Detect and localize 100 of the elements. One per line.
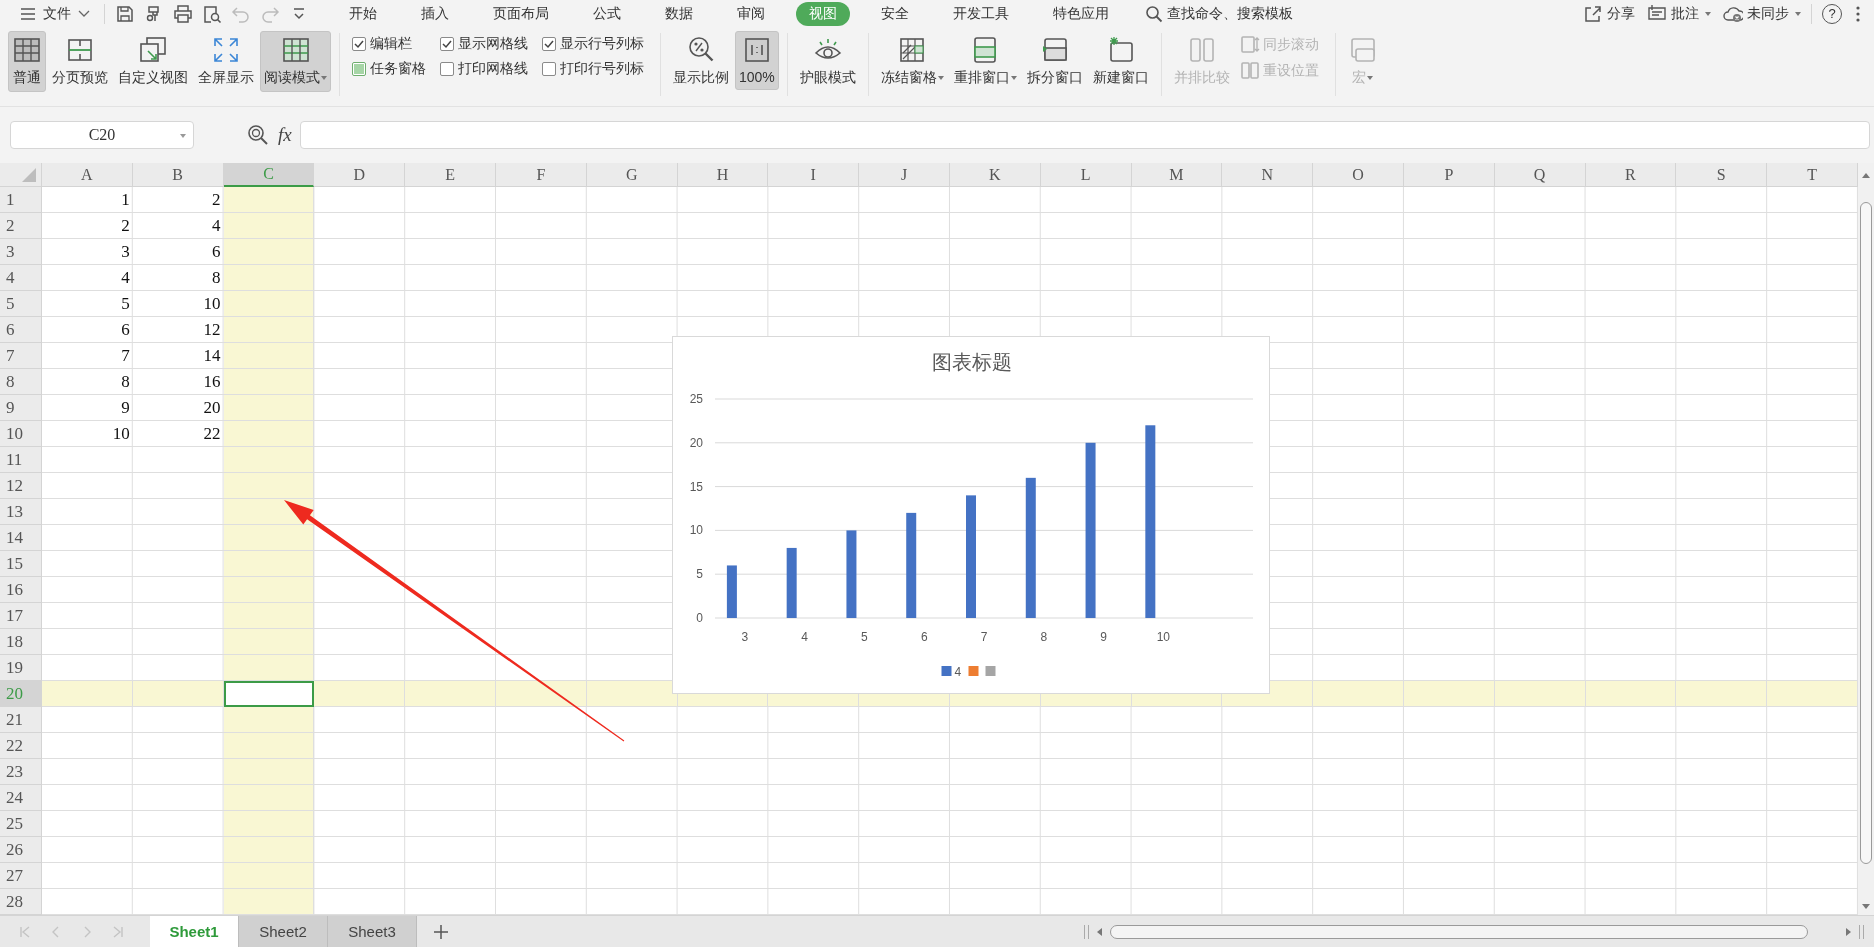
- toolbar-button[interactable]: 分享: [1583, 3, 1635, 24]
- print-preview-icon[interactable]: [202, 3, 222, 24]
- row-header[interactable]: 24: [0, 785, 42, 811]
- row-header[interactable]: 16: [0, 577, 42, 603]
- checkbox-option[interactable]: 编辑栏: [352, 35, 426, 53]
- more-icon[interactable]: [1856, 5, 1860, 22]
- ribbon-tab[interactable]: 开发工具: [940, 1, 1022, 26]
- sheet-tab[interactable]: Sheet3: [328, 916, 417, 947]
- row-header[interactable]: 13: [0, 499, 42, 525]
- ribbon-tab[interactable]: 开始: [336, 1, 390, 26]
- search-button[interactable]: 查找命令、搜索模板: [1145, 4, 1293, 23]
- ribbon-tab[interactable]: 安全: [868, 1, 922, 26]
- column-header[interactable]: G: [586, 163, 678, 187]
- caret-icon: [1795, 11, 1801, 16]
- column-header[interactable]: Q: [1494, 163, 1586, 187]
- row-header[interactable]: 26: [0, 837, 42, 863]
- zoom-icon[interactable]: [247, 124, 269, 146]
- row-header[interactable]: 12: [0, 473, 42, 499]
- eye-protection-button[interactable]: 护眼模式: [795, 31, 860, 92]
- ribbon-tab[interactable]: 公式: [580, 1, 634, 26]
- row-header[interactable]: 2: [0, 213, 42, 239]
- row-header[interactable]: 27: [0, 863, 42, 889]
- toolbar-button[interactable]: 批注: [1647, 3, 1711, 24]
- column-header[interactable]: N: [1222, 163, 1314, 187]
- column-header[interactable]: F: [496, 163, 587, 187]
- checkbox-option[interactable]: 显示行号列标: [542, 35, 644, 53]
- ribbon-tab[interactable]: 审阅: [724, 1, 778, 26]
- column-header[interactable]: E: [405, 163, 496, 187]
- column-header[interactable]: M: [1131, 163, 1223, 187]
- file-menu[interactable]: 文件: [16, 4, 94, 23]
- row-header[interactable]: 9: [0, 395, 42, 421]
- column-header[interactable]: I: [768, 163, 860, 187]
- actual-size-button[interactable]: 100%: [735, 31, 779, 90]
- row-header[interactable]: 7: [0, 343, 42, 369]
- reading-mode-button[interactable]: 阅读模式: [260, 31, 331, 92]
- split-window-button[interactable]: 拆分窗口: [1022, 31, 1087, 92]
- sheet-tab[interactable]: Sheet2: [239, 916, 328, 947]
- column-header[interactable]: O: [1313, 163, 1404, 187]
- bar: [726, 565, 737, 618]
- ribbon-tab[interactable]: 页面布局: [480, 1, 562, 26]
- row-header[interactable]: 18: [0, 629, 42, 655]
- print-icon[interactable]: [173, 3, 193, 24]
- toolbar-button[interactable]: 未同步: [1723, 3, 1801, 24]
- row-header[interactable]: 21: [0, 707, 42, 733]
- column-header[interactable]: H: [677, 163, 769, 187]
- full-screen-button[interactable]: 全屏显示: [194, 31, 258, 92]
- row-header[interactable]: 28: [0, 889, 42, 915]
- tick-label: 10: [689, 523, 703, 538]
- row-header[interactable]: 17: [0, 603, 42, 629]
- row-header[interactable]: 22: [0, 733, 42, 759]
- page-break-preview-button[interactable]: 分页预览: [48, 31, 112, 92]
- column-header[interactable]: A: [42, 163, 133, 187]
- row-header[interactable]: 23: [0, 759, 42, 785]
- row-header[interactable]: 25: [0, 811, 42, 837]
- row-header[interactable]: 19: [0, 655, 42, 681]
- checkbox-option[interactable]: 显示网格线: [440, 35, 528, 53]
- freeze-panes-button[interactable]: 冻结窗格: [876, 31, 948, 92]
- column-header[interactable]: L: [1040, 163, 1132, 187]
- arrange-windows-button[interactable]: 重排窗口: [949, 31, 1021, 92]
- column-header[interactable]: T: [1767, 163, 1858, 187]
- new-window-button[interactable]: 新建窗口: [1088, 31, 1153, 92]
- function-button[interactable]: fx: [278, 124, 292, 146]
- column-header[interactable]: D: [314, 163, 406, 187]
- column-header[interactable]: J: [859, 163, 950, 187]
- row-header[interactable]: 15: [0, 551, 42, 577]
- column-header[interactable]: R: [1585, 163, 1677, 187]
- ribbon-tab[interactable]: 插入: [408, 1, 462, 26]
- row-header[interactable]: 14: [0, 525, 42, 551]
- row-header[interactable]: 11: [0, 447, 42, 473]
- normal-view-button[interactable]: 普通: [8, 31, 46, 92]
- checkbox-option[interactable]: 打印网格线: [440, 60, 528, 78]
- add-sheet-icon[interactable]: [433, 923, 449, 940]
- column-header[interactable]: K: [949, 163, 1041, 187]
- ribbon-tab[interactable]: 特色应用: [1040, 1, 1122, 26]
- last-sheet-icon[interactable]: [111, 924, 125, 939]
- row-header[interactable]: 1: [0, 187, 42, 213]
- ribbon-tab[interactable]: 数据: [652, 1, 706, 26]
- name-box[interactable]: C20: [10, 121, 194, 149]
- column-header[interactable]: S: [1676, 163, 1768, 187]
- row-header[interactable]: 4: [0, 265, 42, 291]
- row-header[interactable]: 3: [0, 239, 42, 265]
- selected-cell[interactable]: [223, 681, 315, 707]
- caret-icon: [1705, 11, 1711, 16]
- custom-view-button[interactable]: 自定义视图: [114, 31, 192, 92]
- formula-input[interactable]: [299, 121, 1870, 149]
- checkbox-option[interactable]: 打印行号列标: [542, 60, 644, 78]
- column-header[interactable]: P: [1403, 163, 1495, 187]
- row-header[interactable]: 10: [0, 421, 42, 447]
- row-header[interactable]: 6: [0, 317, 42, 343]
- zoom-button[interactable]: 显示比例: [669, 31, 733, 92]
- first-sheet-icon[interactable]: [18, 924, 32, 939]
- horizontal-scrollbar[interactable]: [1110, 924, 1808, 939]
- chart[interactable]: 图表标题 0 5 10 15 20 25 3 4 5 6 7 8 9 10 4: [672, 336, 1270, 694]
- row-header[interactable]: 5: [0, 291, 42, 317]
- bar: [786, 547, 797, 618]
- checkbox-option[interactable]: 任务窗格: [352, 60, 426, 78]
- sheet-tab[interactable]: Sheet1: [150, 916, 239, 947]
- row-header[interactable]: 8: [0, 369, 42, 395]
- column-header[interactable]: B: [132, 163, 224, 187]
- save-icon[interactable]: [115, 3, 135, 24]
